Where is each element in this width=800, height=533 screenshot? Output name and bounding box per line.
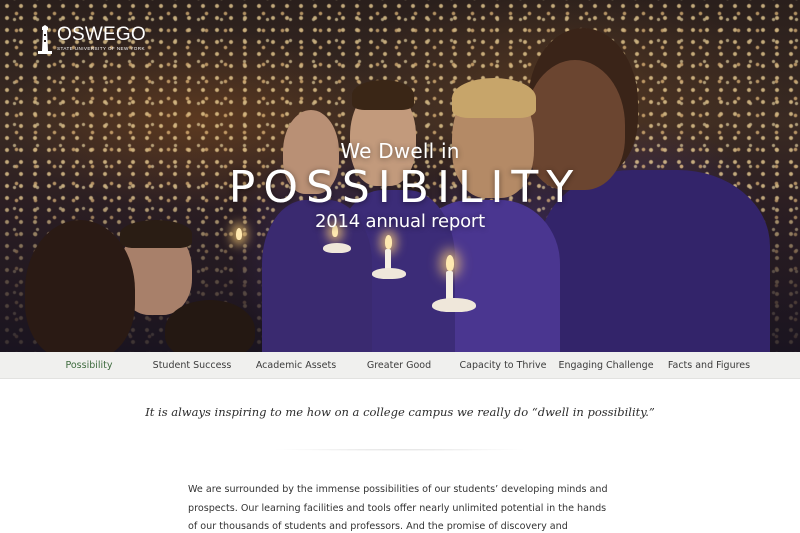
nav-item-facts-and-figures[interactable]: Facts and Figures [668,352,750,379]
divider [230,449,570,455]
nav-item-student-success[interactable]: Student Success [153,352,232,379]
hero-kicker: We Dwell in [340,139,460,163]
hero-heading: We Dwell in POSSIBILITY 2014 annual repo… [0,138,800,234]
logo-subtitle: STATE UNIVERSITY OF NEW YORK [57,46,145,51]
intro-paragraph: We are surrounded by the immense possibi… [188,484,608,532]
hero-banner: OSWEGO STATE UNIVERSITY OF NEW YORK We D… [0,0,800,352]
nav-item-engaging-challenge[interactable]: Engaging Challenge [558,352,653,379]
intro-quote: It is always inspiring to me how on a co… [145,405,655,419]
nav-item-possibility[interactable]: Possibility [65,352,112,379]
hero-subtitle: 2014 annual report [315,211,485,232]
nav-item-academic-assets[interactable]: Academic Assets [256,352,336,379]
logo-wordmark: OSWEGO [57,24,146,45]
oswego-logo[interactable]: OSWEGO STATE UNIVERSITY OF NEW YORK [36,25,146,55]
lighthouse-icon [38,25,52,54]
nav-item-capacity-to-thrive[interactable]: Capacity to Thrive [460,352,547,379]
section-nav: Possibility Student Success Academic Ass… [0,352,800,379]
hero-title: POSSIBILITY [228,162,582,213]
nav-item-greater-good[interactable]: Greater Good [367,352,431,379]
